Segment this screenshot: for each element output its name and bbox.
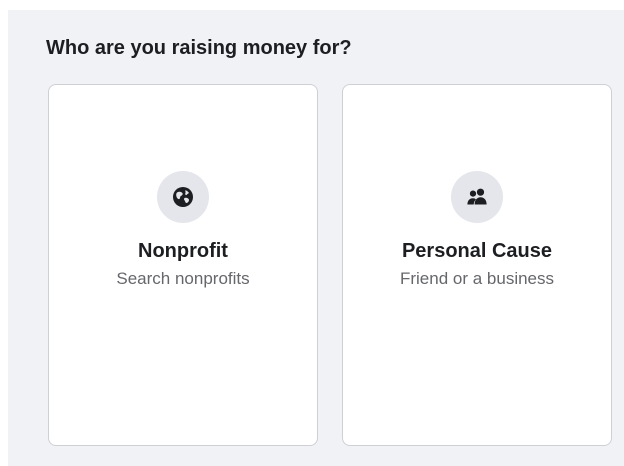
people-icon bbox=[467, 188, 487, 205]
globe-icon bbox=[173, 187, 193, 207]
page-title: Who are you raising money for? bbox=[46, 37, 352, 59]
nonprofit-icon-circle bbox=[157, 171, 209, 223]
fundraiser-type-panel: Who are you raising money for? Nonprofit… bbox=[8, 10, 624, 466]
nonprofit-title: Nonprofit bbox=[138, 240, 228, 262]
personal-cause-title: Personal Cause bbox=[401, 240, 553, 262]
option-cards: Nonprofit Search nonprofits Personal Cau… bbox=[48, 84, 614, 448]
personal-cause-subtitle: Friend or a business bbox=[399, 269, 555, 288]
nonprofit-option-card[interactable]: Nonprofit Search nonprofits bbox=[48, 84, 318, 446]
nonprofit-subtitle: Search nonprofits bbox=[116, 269, 250, 288]
personal-cause-option-card[interactable]: Personal Cause Friend or a business bbox=[342, 84, 612, 446]
personal-cause-icon-circle bbox=[451, 171, 503, 223]
